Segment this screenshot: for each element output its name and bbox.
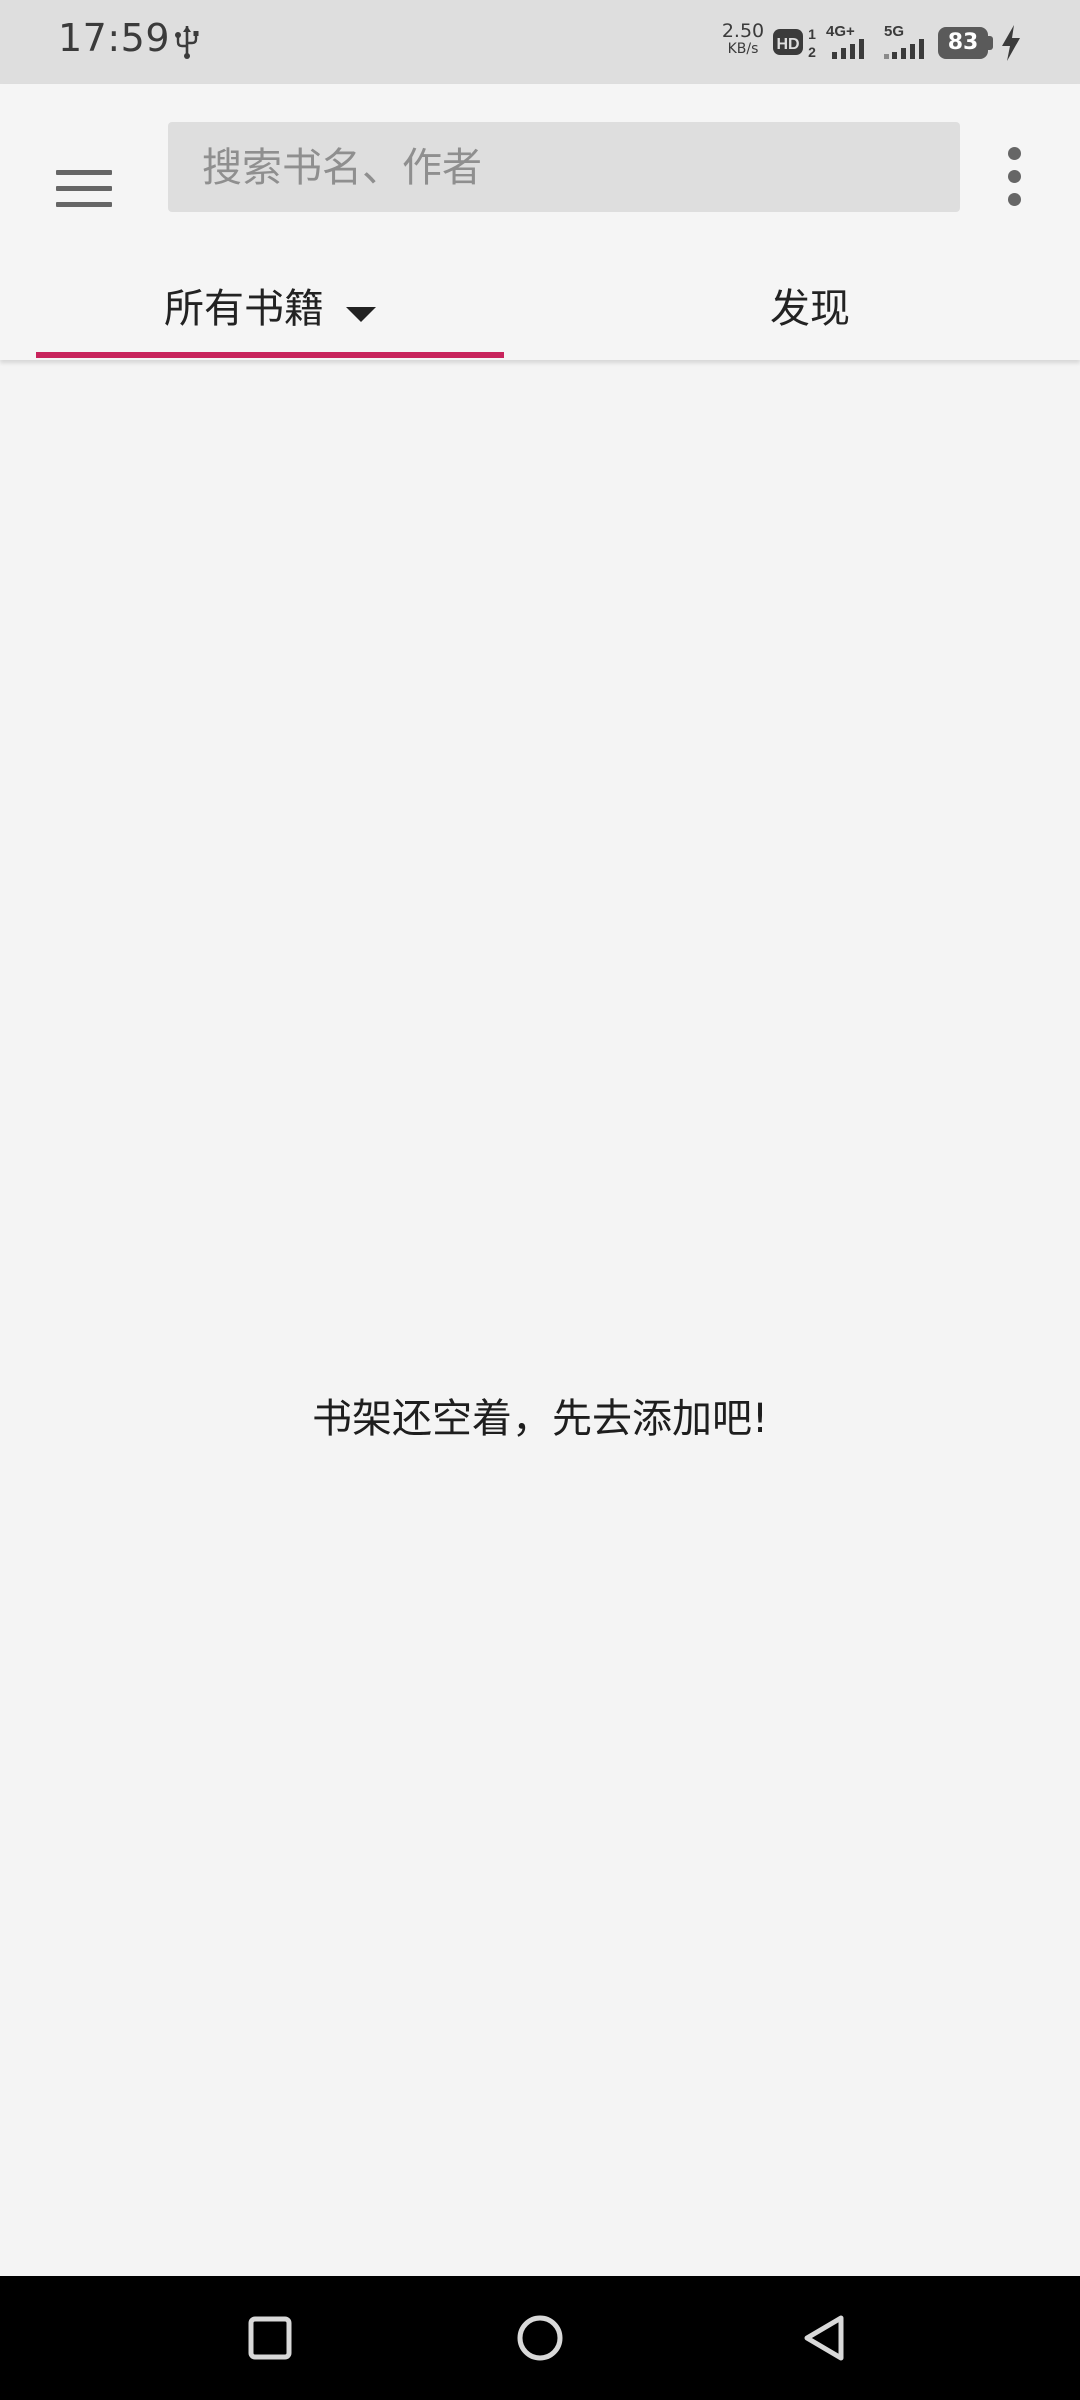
tab-indicator bbox=[36, 352, 504, 358]
hd-sim-bottom: 2 bbox=[808, 44, 816, 60]
signal-5g-label: 5G bbox=[884, 23, 904, 40]
hd-label: HD bbox=[776, 36, 799, 53]
battery-percent: 83 bbox=[938, 27, 988, 59]
menu-button[interactable] bbox=[34, 138, 134, 238]
home-icon[interactable] bbox=[500, 2298, 580, 2378]
back-icon[interactable] bbox=[784, 2298, 864, 2378]
usb-icon bbox=[175, 26, 199, 59]
signal-4g-label: 4G+ bbox=[826, 23, 855, 40]
network-speed: 2.50 KB/s bbox=[718, 20, 768, 57]
tab-discover[interactable]: 发现 bbox=[576, 262, 1044, 360]
status-bar: 17:59 2.50 KB/s HD 1 2 4G+ 5G 83 bbox=[0, 0, 1080, 84]
more-icon-dot-top bbox=[1008, 147, 1021, 160]
charging-bolt-icon bbox=[1002, 25, 1020, 61]
tab-discover-label: 发现 bbox=[770, 286, 850, 332]
more-options-button[interactable] bbox=[990, 136, 1038, 236]
hd-voice-icon: HD 1 2 bbox=[773, 26, 816, 60]
empty-shelf-message: 书架还空着，先去添加吧! bbox=[311, 1396, 769, 1442]
more-icon-dot-middle bbox=[1008, 170, 1021, 183]
battery-icon: 83 bbox=[938, 27, 996, 59]
menu-icon-line-top bbox=[56, 170, 112, 175]
recents-icon[interactable] bbox=[230, 2298, 310, 2378]
menu-icon-line-bottom bbox=[56, 202, 112, 207]
signal-4g-icon: 4G+ bbox=[826, 23, 864, 59]
tab-all-books-label: 所有书籍 bbox=[164, 286, 324, 332]
battery-tip bbox=[988, 36, 993, 50]
signal-5g-icon: 5G bbox=[884, 23, 924, 59]
search-box[interactable] bbox=[168, 122, 960, 214]
hd-sim-top: 1 bbox=[808, 26, 816, 42]
dropdown-arrow-icon[interactable] bbox=[346, 307, 376, 322]
network-speed-value: 2.50 bbox=[721, 20, 765, 42]
app-bar: 所有书籍 发现 bbox=[0, 84, 1080, 360]
search-input[interactable] bbox=[200, 122, 944, 214]
network-speed-unit: KB/s bbox=[727, 41, 759, 57]
menu-icon-line-middle bbox=[56, 186, 112, 191]
navigation-bar bbox=[0, 2276, 1080, 2400]
status-time: 17:59 bbox=[58, 16, 171, 60]
more-icon-dot-bottom bbox=[1008, 193, 1021, 206]
tab-all-books[interactable]: 所有书籍 bbox=[36, 262, 504, 360]
